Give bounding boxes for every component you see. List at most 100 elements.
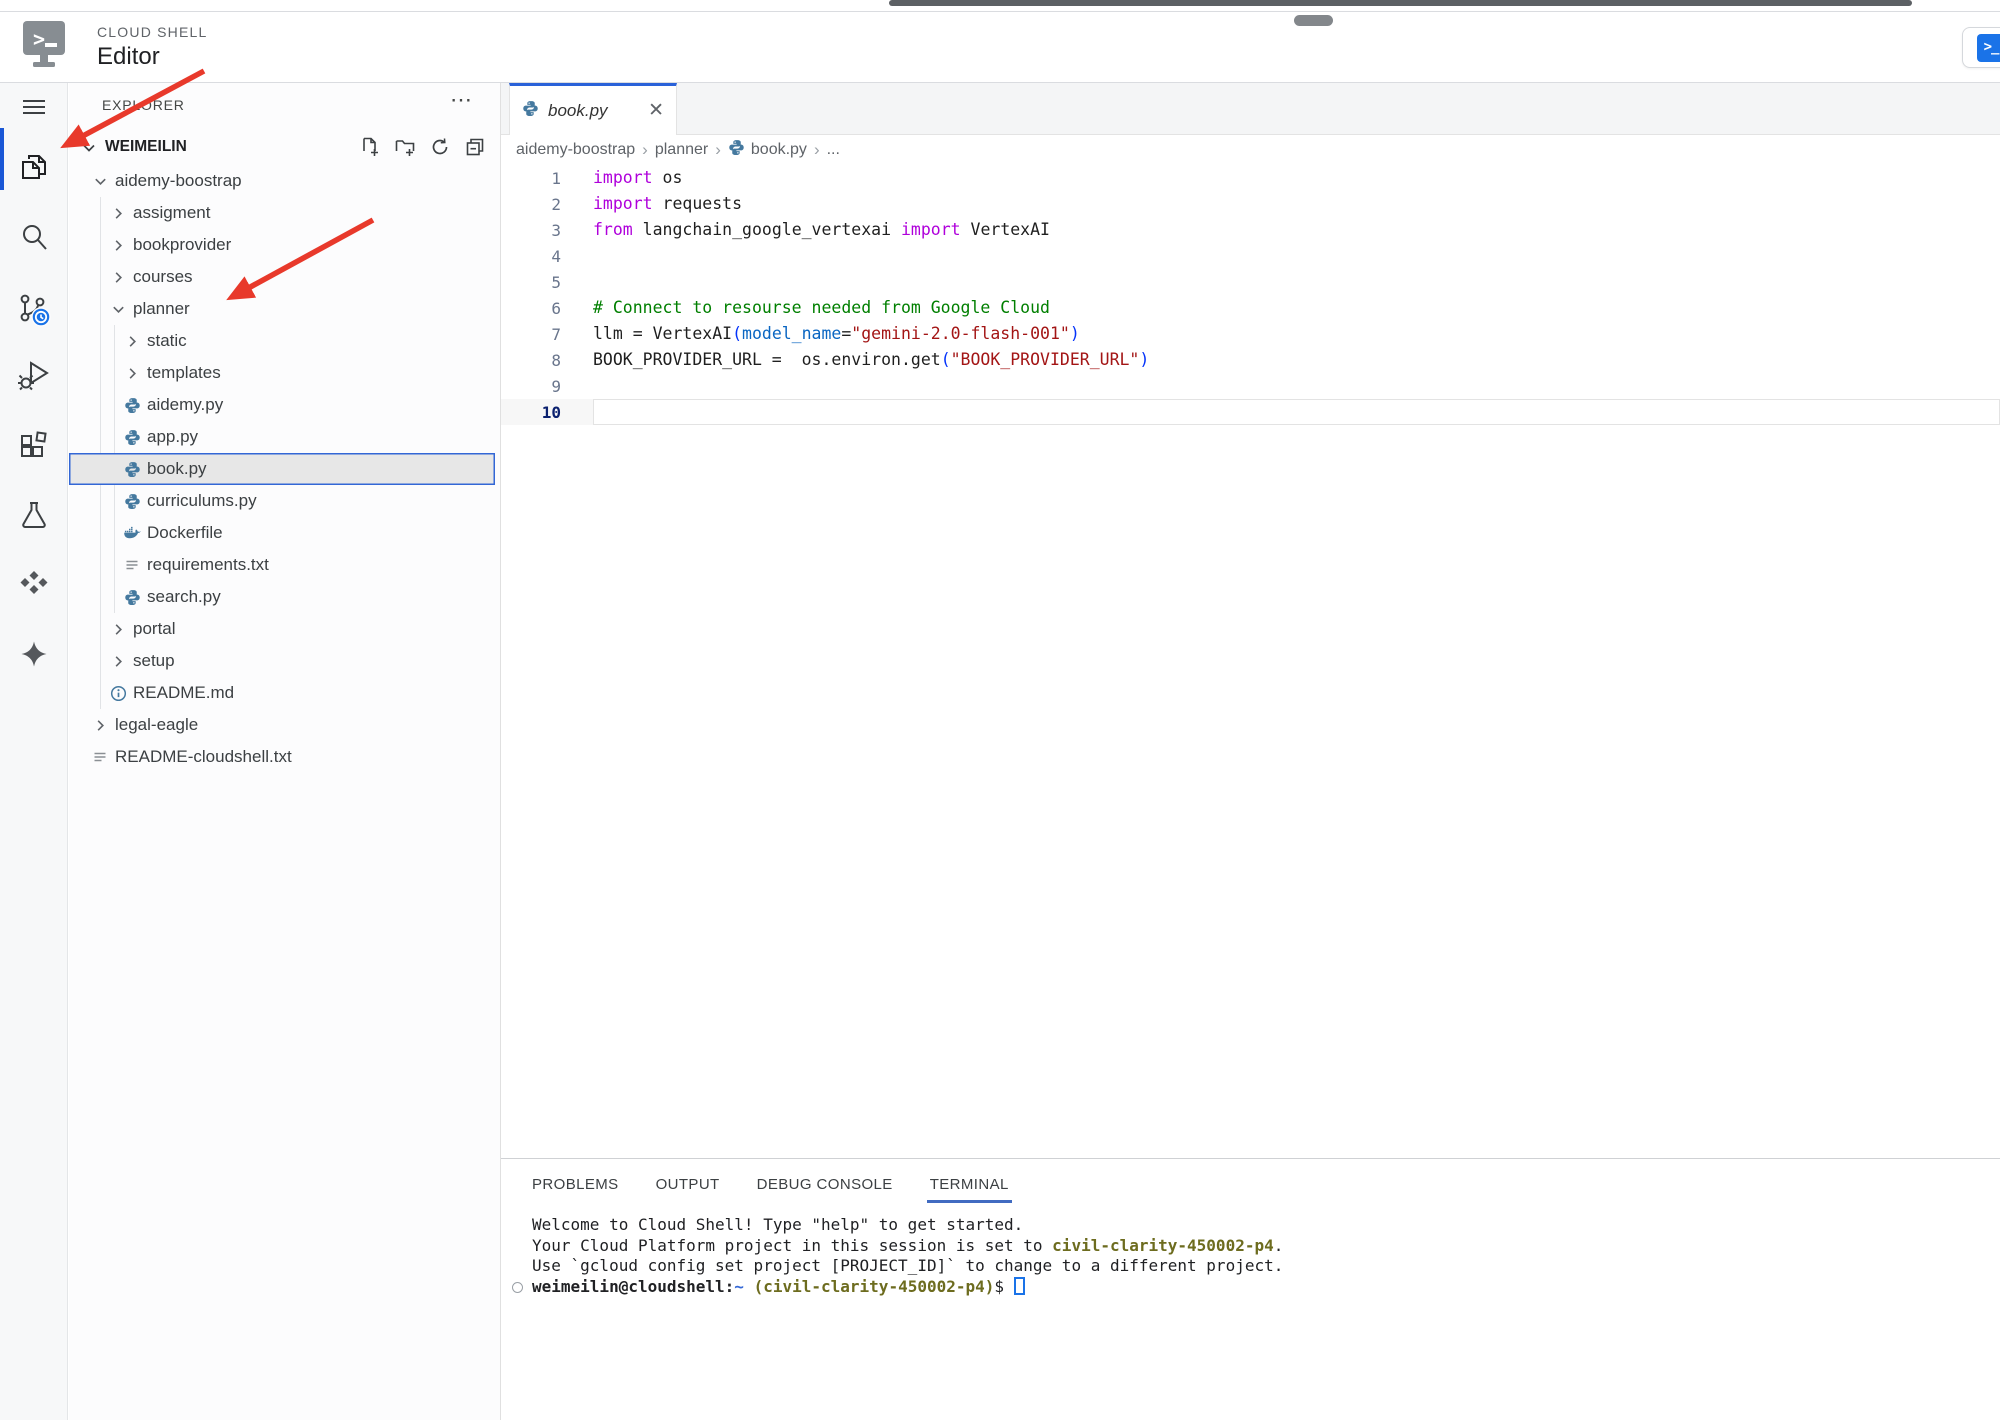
svg-text:>: > (33, 27, 45, 51)
tree-item-courses[interactable]: courses (69, 261, 500, 293)
code-text: llm = VertexAI(model_name="gemini-2.0-fl… (593, 324, 1080, 343)
code-editor[interactable]: 1 import os 2 import requests 3 from langchai… (501, 165, 2000, 425)
line-number: 2 (551, 194, 561, 214)
info-file-icon (109, 684, 127, 702)
breadcrumb-item[interactable]: aidemy-boostrap (516, 141, 635, 159)
tree-item-bookprovider[interactable]: bookprovider (69, 229, 500, 261)
testing-activity-button[interactable] (0, 489, 68, 541)
code-line-2[interactable]: 2 import requests (501, 191, 2000, 217)
code-line-1[interactable]: 1 import os (501, 165, 2000, 191)
run-debug-activity-button[interactable] (0, 349, 68, 401)
code-text (593, 399, 2000, 425)
tree-item-label: planner (133, 299, 190, 318)
search-activity-button[interactable] (0, 211, 68, 263)
code-line-6[interactable]: 6 # Connect to resourse needed from Googl… (501, 295, 2000, 321)
tree-item-label: search.py (147, 587, 221, 606)
code-line-8[interactable]: 8 BOOK_PROVIDER_URL = os.environ.get("BOO… (501, 347, 2000, 373)
tree-item-label: aidemy-boostrap (115, 171, 242, 190)
ellipsis-icon[interactable]: ⋯ (450, 87, 474, 113)
gemini-activity-button[interactable] (0, 628, 68, 680)
tree-item-readme-cloudshell-txt[interactable]: README-cloudshell.txt (69, 741, 500, 773)
tree-item-legal-eagle[interactable]: legal-eagle (69, 709, 500, 741)
marketplace-activity-button[interactable] (0, 558, 68, 610)
diamonds-icon (20, 571, 48, 594)
search-icon (23, 225, 47, 250)
tree-item-readme-md[interactable]: README.md (69, 677, 500, 709)
line-number: 7 (551, 324, 561, 344)
workspace-row[interactable]: WEIMEILIN (69, 133, 500, 163)
collapse-all-icon[interactable] (464, 136, 486, 163)
tree-item-label: setup (133, 651, 175, 670)
explorer-activity-button[interactable] (0, 141, 68, 193)
python-file-icon (123, 428, 141, 446)
tree-item-label: curriculums.py (147, 491, 257, 510)
tree-item-templates[interactable]: templates (69, 357, 500, 389)
terminal[interactable]: Welcome to Cloud Shell! Type "help" to g… (512, 1215, 1980, 1298)
code-text: # Connect to resourse needed from Google… (593, 298, 1050, 317)
line-number: 6 (551, 298, 561, 318)
hamburger-icon (23, 100, 45, 114)
tree-item-aidemy-py[interactable]: aidemy.py (69, 389, 500, 421)
tree-item-aidemy-boostrap[interactable]: aidemy-boostrap (69, 165, 500, 197)
code-text: import requests (593, 194, 743, 213)
file-tree: aidemy-boostrap assigment bookprovider cour… (69, 165, 500, 773)
tree-item-curriculums-py[interactable]: curriculums.py (69, 485, 500, 517)
code-line-5[interactable]: 5 (501, 269, 2000, 295)
cloud-shell-logo-icon: > (22, 19, 66, 71)
panel-tab-terminal[interactable]: TERMINAL (926, 1176, 1012, 1203)
extensions-activity-button[interactable] (0, 420, 68, 472)
editor-region: book.py ✕ aidemy-boostrap › planner › book.p… (501, 83, 2000, 1420)
tree-item-book-py[interactable]: book.py (69, 453, 495, 485)
tree-item-portal[interactable]: portal (69, 613, 500, 645)
tree-item-static[interactable]: static (69, 325, 500, 357)
refresh-icon[interactable] (429, 136, 451, 163)
page-title: Editor (97, 43, 160, 70)
code-line-10[interactable]: 10 (501, 399, 2000, 425)
editor-tabstrip: book.py ✕ (501, 83, 2000, 135)
code-line-7[interactable]: 7 llm = VertexAI(model_name="gemini-2.0-f… (501, 321, 2000, 347)
tree-item-dockerfile[interactable]: Dockerfile (69, 517, 500, 549)
python-icon (728, 139, 745, 161)
tree-item-label: legal-eagle (115, 715, 199, 734)
code-line-3[interactable]: 3 from langchain_google_vertexai import V… (501, 217, 2000, 243)
tree-item-requirements-txt[interactable]: requirements.txt (69, 549, 500, 581)
chevron-right-icon (91, 716, 109, 734)
tree-item-label: book.py (147, 459, 207, 478)
command-decoration-circle (512, 1281, 523, 1293)
breadcrumb-item[interactable]: book.py (728, 139, 807, 161)
open-terminal-button[interactable]: >_ (1962, 27, 2000, 68)
panel-tab-output[interactable]: OUTPUT (656, 1176, 720, 1193)
breadcrumb-item[interactable]: planner (655, 141, 708, 159)
new-folder-icon[interactable] (394, 136, 416, 163)
explorer-toolbar (359, 136, 486, 163)
terminal-line: weimeilin@cloudshell:~ (civil-clarity-45… (512, 1276, 1980, 1298)
new-file-icon[interactable] (359, 136, 381, 163)
tree-item-setup[interactable]: setup (69, 645, 500, 677)
tree-item-planner[interactable]: planner (69, 293, 500, 325)
code-line-9[interactable]: 9 (501, 373, 2000, 399)
panel-tab-debug-console[interactable]: DEBUG CONSOLE (757, 1176, 893, 1193)
tree-item-label: static (147, 331, 187, 350)
panel-tabs: PROBLEMS OUTPUT DEBUG CONSOLE TERMINAL (532, 1159, 1012, 1209)
close-icon[interactable]: ✕ (648, 101, 664, 120)
source-control-activity-button[interactable] (0, 284, 68, 336)
tree-item-search-py[interactable]: search.py (69, 581, 500, 613)
code-line-4[interactable]: 4 (501, 243, 2000, 269)
text-file-icon (123, 556, 141, 574)
tree-item-assigment[interactable]: assigment (69, 197, 500, 229)
tree-item-app-py[interactable]: app.py (69, 421, 500, 453)
tab-book-py[interactable]: book.py ✕ (509, 83, 677, 135)
panel-tab-problems[interactable]: PROBLEMS (532, 1176, 619, 1193)
explorer-title: EXPLORER (102, 97, 185, 113)
tree-item-label: README-cloudshell.txt (115, 747, 292, 766)
breadcrumb: aidemy-boostrap › planner › book.py ›... (501, 135, 2000, 165)
chevron-right-icon (123, 364, 141, 382)
tree-item-label: app.py (147, 427, 199, 446)
sparkle-icon (21, 641, 47, 667)
menu-button[interactable] (0, 81, 68, 133)
chevron-down-icon (81, 140, 97, 161)
breadcrumb-item[interactable]: ... (827, 141, 840, 159)
tree-item-label: requirements.txt (147, 555, 269, 574)
files-icon (22, 155, 46, 179)
